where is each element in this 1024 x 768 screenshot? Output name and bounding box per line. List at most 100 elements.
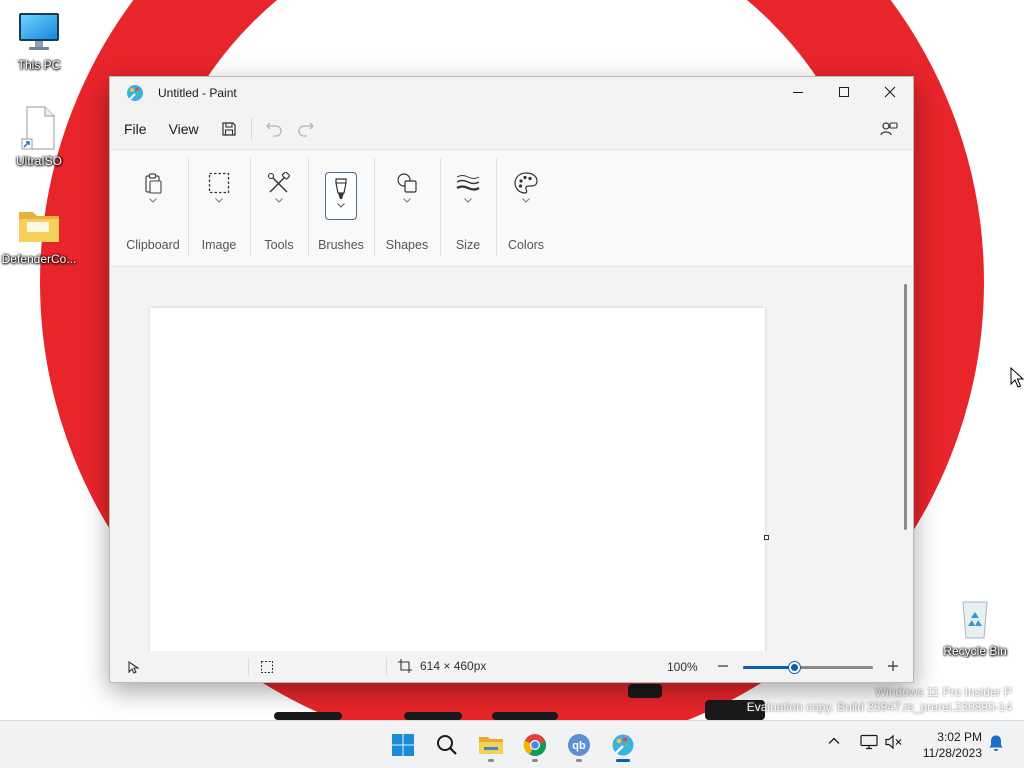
- menu-separator: [250, 118, 252, 140]
- close-button[interactable]: [867, 77, 913, 107]
- shapes-button[interactable]: [390, 172, 424, 220]
- undo-icon: [265, 122, 282, 137]
- zoom-slider-thumb[interactable]: [789, 662, 800, 673]
- canvas-workspace[interactable]: [110, 268, 899, 651]
- mouse-cursor-icon: [1010, 367, 1024, 388]
- notification-bell-icon[interactable]: [988, 734, 1004, 752]
- tools-button[interactable]: [262, 172, 296, 220]
- zoom-in-icon[interactable]: [886, 659, 900, 673]
- desktop-icon-defender[interactable]: DefenderCo...: [0, 204, 78, 266]
- account-button[interactable]: [873, 114, 905, 144]
- save-button[interactable]: [213, 114, 245, 144]
- zoom-out-icon[interactable]: [716, 659, 730, 673]
- maximize-button[interactable]: [821, 77, 867, 107]
- running-indicator: [488, 759, 494, 762]
- system-clock[interactable]: 3:02 PM 11/28/2023: [912, 729, 982, 761]
- selection-icon: [208, 172, 230, 194]
- chevron-up-icon[interactable]: [828, 735, 840, 747]
- ribbon-group-clipboard: Clipboard: [118, 150, 188, 266]
- clock-date: 11/28/2023: [922, 746, 982, 760]
- ribbon-group-image: Image: [188, 150, 250, 266]
- paint-window[interactable]: Untitled - Paint File View Clipboard Ima…: [109, 76, 914, 683]
- save-icon: [222, 122, 236, 136]
- desktop-icon-recycle-bin[interactable]: Recycle Bin: [936, 596, 1014, 658]
- ribbon-group-label: Colors: [507, 238, 545, 252]
- canvas-size-indicator: 614 × 460px: [398, 659, 486, 673]
- paint-icon: [612, 734, 634, 756]
- qbittorrent-icon: qb: [568, 734, 590, 756]
- ribbon-group-brushes: Brushes: [308, 150, 374, 266]
- desktop-icon-ultraiso[interactable]: UltraISO: [0, 106, 78, 168]
- vertical-scrollbar[interactable]: [904, 284, 907, 530]
- file-explorer-icon: [479, 737, 503, 754]
- ribbon-group-shapes: Shapes: [374, 150, 440, 266]
- redo-button[interactable]: [290, 114, 322, 144]
- chevron-down-icon: [149, 198, 157, 203]
- brushes-button[interactable]: [325, 172, 357, 220]
- image-select-button[interactable]: [202, 172, 236, 220]
- title-bar[interactable]: Untitled - Paint: [110, 77, 913, 109]
- zoom-slider[interactable]: [743, 662, 873, 673]
- colors-button[interactable]: [509, 172, 543, 220]
- wallpaper-shape: [628, 684, 662, 698]
- zoom-slider-fill: [743, 666, 795, 669]
- desktop-icon-this-pc[interactable]: This PC: [0, 10, 78, 72]
- menu-bar: File View: [110, 109, 913, 149]
- ribbon-group-label: Clipboard: [126, 238, 180, 252]
- clipboard-icon: [145, 173, 162, 194]
- window-title: Untitled - Paint: [158, 86, 237, 100]
- taskbar: qb 3:02 PM 11/28/2023: [0, 720, 1024, 768]
- start-button[interactable]: [383, 727, 423, 763]
- ribbon-group-tools: Tools: [250, 150, 308, 266]
- chevron-down-icon: [215, 198, 223, 203]
- minimize-button[interactable]: [775, 77, 821, 107]
- paint-app-icon: [127, 85, 143, 101]
- network-icon[interactable]: [860, 734, 878, 750]
- wallpaper-shape: [274, 712, 342, 720]
- taskbar-qbittorrent[interactable]: qb: [559, 727, 599, 763]
- search-button[interactable]: [427, 727, 467, 763]
- chevron-down-icon: [464, 198, 472, 203]
- pointer-position-icon: [128, 660, 140, 674]
- windows-watermark: Windows 11 Pro Insider P Evaluation copy…: [747, 685, 1012, 715]
- folder-icon: [17, 204, 61, 248]
- chrome-icon: [523, 734, 547, 757]
- canvas-resize-handle[interactable]: [764, 535, 769, 540]
- palette-icon: [514, 172, 538, 194]
- zoom-level[interactable]: 100%: [667, 660, 698, 674]
- ribbon-group-label: Image: [201, 238, 237, 252]
- running-indicator: [576, 759, 582, 762]
- maximize-icon: [839, 87, 849, 97]
- chevron-down-icon: [275, 198, 283, 203]
- taskbar-chrome[interactable]: [515, 727, 555, 763]
- drawing-canvas[interactable]: [150, 308, 765, 651]
- chevron-down-icon: [522, 198, 530, 203]
- tools-icon: [267, 172, 291, 193]
- ribbon-group-label: Brushes: [318, 238, 364, 252]
- taskbar-paint[interactable]: [603, 727, 643, 763]
- menu-view[interactable]: View: [161, 115, 207, 143]
- redo-icon: [298, 122, 314, 137]
- volume-muted-icon[interactable]: [885, 734, 903, 750]
- undo-button[interactable]: [258, 114, 290, 144]
- start-icon: [392, 734, 414, 756]
- menu-file[interactable]: File: [116, 115, 155, 143]
- desktop-icon-label: DefenderCo...: [1, 252, 77, 266]
- watermark-line: Evaluation copy. Build 25947.rs_prerel.2…: [746, 700, 1012, 714]
- taskbar-file-explorer[interactable]: [471, 727, 511, 763]
- ribbon-group-colors: Colors: [496, 150, 556, 266]
- account-icon: [880, 122, 898, 136]
- monitor-icon: [17, 10, 61, 54]
- wallpaper-shape: [404, 712, 462, 720]
- wallpaper-shape: [492, 712, 558, 720]
- status-separator: [386, 658, 387, 676]
- ribbon-group-label: Shapes: [385, 238, 429, 252]
- size-button[interactable]: [451, 172, 485, 220]
- clipboard-button[interactable]: [136, 172, 170, 220]
- selection-size-icon: [261, 661, 273, 673]
- status-bar: 614 × 460px 100%: [110, 652, 913, 682]
- brush-icon: [335, 178, 347, 199]
- ribbon-group-label: Tools: [264, 238, 294, 252]
- watermark-line: Windows 11 Pro Insider P: [874, 685, 1012, 699]
- chevron-down-icon: [337, 203, 345, 208]
